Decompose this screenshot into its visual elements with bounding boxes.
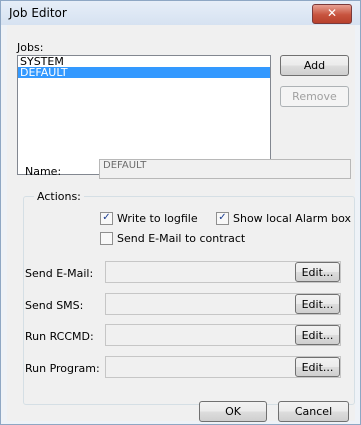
show-alarm-box-label: Show local Alarm box xyxy=(233,212,352,225)
dialog-body: Jobs: SYSTEM DEFAULT Add Remove Name: DE… xyxy=(7,25,355,422)
title-bar[interactable]: Job Editor ✕ xyxy=(1,1,360,25)
name-field[interactable]: DEFAULT xyxy=(99,159,351,179)
write-logfile-checkbox[interactable]: ✓ xyxy=(100,212,113,225)
window-title: Job Editor xyxy=(9,6,67,20)
actions-title: Actions: xyxy=(34,190,84,203)
write-logfile-label: Write to logfile xyxy=(117,212,198,225)
send-sms-edit-button[interactable]: Edit... xyxy=(295,294,340,314)
remove-button[interactable]: Remove xyxy=(280,86,349,107)
run-rccmd-label: Run RCCMD: xyxy=(25,330,94,343)
close-icon: ✕ xyxy=(326,6,338,20)
send-sms-label: Send SMS: xyxy=(25,299,84,312)
send-email-contract-checkbox[interactable] xyxy=(100,232,113,245)
run-program-label: Run Program: xyxy=(25,362,100,375)
add-button[interactable]: Add xyxy=(280,55,349,76)
cancel-button[interactable]: Cancel xyxy=(278,401,349,422)
jobs-listbox[interactable]: SYSTEM DEFAULT xyxy=(17,55,271,175)
run-rccmd-edit-button[interactable]: Edit... xyxy=(295,325,340,345)
jobs-label: Jobs: xyxy=(17,41,44,54)
show-alarm-box-checkbox[interactable]: ✓ xyxy=(216,212,229,225)
name-label: Name: xyxy=(25,165,62,178)
ok-button[interactable]: OK xyxy=(199,401,267,422)
job-editor-window: Job Editor ✕ Jobs: SYSTEM DEFAULT Add Re… xyxy=(0,0,361,425)
send-email-label: Send E-Mail: xyxy=(25,267,94,280)
close-button[interactable]: ✕ xyxy=(312,4,352,24)
send-email-edit-button[interactable]: Edit... xyxy=(295,262,340,282)
list-item-default[interactable]: DEFAULT xyxy=(18,67,270,78)
run-program-edit-button[interactable]: Edit... xyxy=(295,357,340,377)
send-email-contract-label: Send E-Mail to contract xyxy=(117,232,246,245)
